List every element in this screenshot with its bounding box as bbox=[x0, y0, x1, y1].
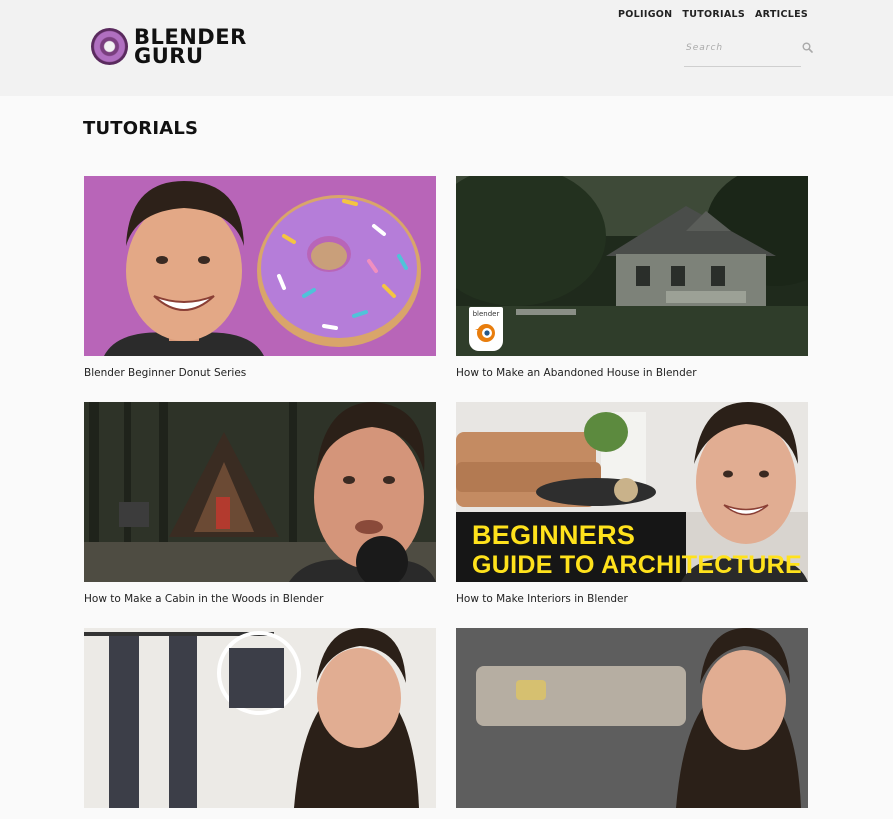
tutorial-card-cabin[interactable]: How to Make a Cabin in the Woods in Blen… bbox=[84, 402, 436, 605]
tutorial-card-curtains[interactable] bbox=[84, 628, 436, 819]
cabin-thumbnail-image bbox=[84, 402, 436, 582]
sofa-thumbnail-image bbox=[456, 628, 808, 808]
search-input[interactable] bbox=[686, 43, 786, 53]
nav-link-articles[interactable]: ARTICLES bbox=[755, 9, 808, 20]
donut-thumbnail-image bbox=[84, 176, 436, 356]
tutorial-thumbnail[interactable] bbox=[84, 628, 436, 808]
thumbnail-overlay-line-1: BEGINNERS bbox=[472, 520, 636, 550]
thumbnail-overlay-line-2: GUIDE TO ARCHITECTURE bbox=[472, 551, 802, 579]
site-header: BLENDER GURU POLIIGON TUTORIALS ARTICLES bbox=[0, 0, 893, 96]
tutorial-thumbnail[interactable]: BEGINNERS GUIDE TO ARCHITECTURE bbox=[456, 402, 808, 582]
tutorial-thumbnail[interactable]: blender bbox=[456, 176, 808, 356]
tutorial-thumbnail[interactable] bbox=[456, 628, 808, 808]
tutorial-card-interiors[interactable]: BEGINNERS GUIDE TO ARCHITECTURE How to M… bbox=[456, 402, 808, 605]
tutorial-title[interactable]: How to Make a Cabin in the Woods in Blen… bbox=[84, 593, 436, 605]
tutorial-title[interactable]: How to Make an Abandoned House in Blende… bbox=[456, 367, 808, 379]
tutorial-card-abandoned-house[interactable]: blender How to Make an Abandoned House i… bbox=[456, 176, 808, 379]
abandoned-house-thumbnail-image bbox=[456, 176, 808, 356]
donut-logo-icon bbox=[91, 28, 128, 65]
top-nav: POLIIGON TUTORIALS ARTICLES bbox=[618, 9, 808, 20]
logo-line-2: GURU bbox=[134, 44, 204, 68]
page-title: TUTORIALS bbox=[83, 118, 199, 139]
nav-link-tutorials[interactable]: TUTORIALS bbox=[682, 9, 745, 20]
tutorial-thumbnail[interactable] bbox=[84, 176, 436, 356]
logo-wordmark: BLENDER GURU bbox=[134, 27, 247, 68]
search-box bbox=[684, 40, 801, 67]
tutorial-thumbnail[interactable] bbox=[84, 402, 436, 582]
tutorial-card-sofa[interactable] bbox=[456, 628, 808, 819]
curtains-thumbnail-image bbox=[84, 628, 436, 808]
nav-link-poliigon[interactable]: POLIIGON bbox=[618, 9, 672, 20]
svg-text:blender: blender bbox=[473, 310, 500, 318]
blender-logo-icon: blender bbox=[473, 310, 500, 342]
tutorial-title[interactable]: How to Make Interiors in Blender bbox=[456, 593, 808, 605]
blender-badge: blender bbox=[469, 307, 503, 351]
tutorial-card-donut[interactable]: Blender Beginner Donut Series bbox=[84, 176, 436, 379]
search-icon[interactable] bbox=[802, 42, 813, 53]
tutorial-title[interactable]: Blender Beginner Donut Series bbox=[84, 367, 436, 379]
site-logo[interactable]: BLENDER GURU bbox=[91, 27, 246, 68]
